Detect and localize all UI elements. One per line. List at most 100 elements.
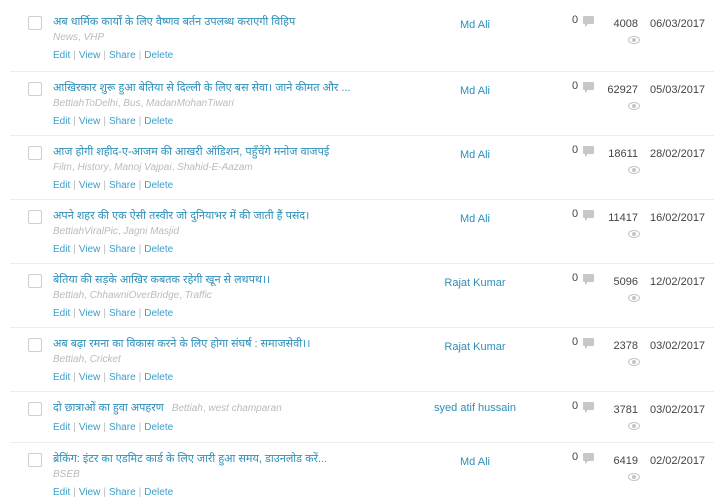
- author-link[interactable]: Md Ali: [410, 456, 540, 469]
- comment-count: 0: [572, 451, 579, 463]
- post-tag-link[interactable]: BettiahToDelhi: [53, 98, 118, 109]
- view-count: 3781: [613, 404, 638, 416]
- post-tag-link[interactable]: ChhawniOverBridge: [90, 290, 180, 301]
- action-edit-link[interactable]: Edit: [53, 180, 70, 191]
- select-checkbox[interactable]: [28, 146, 42, 160]
- action-view-link[interactable]: View: [79, 372, 101, 383]
- action-delete-link[interactable]: Delete: [144, 422, 173, 433]
- post-tag-link[interactable]: Film: [53, 162, 72, 173]
- post-title-link[interactable]: अब धार्मिक कार्यों के लिए वैष्णव बर्तन उ…: [53, 14, 295, 29]
- action-share-link[interactable]: Share: [109, 372, 136, 383]
- post-title-link[interactable]: अपने शहर की एक ऐसी तस्वीर जो दुनियाभर मे…: [53, 208, 309, 223]
- select-checkbox[interactable]: [28, 210, 42, 224]
- post-tag-link[interactable]: Jagni Masjid: [123, 226, 179, 237]
- post-title-text[interactable]: अपने शहर की एक ऐसी तस्वीर जो दुनियाभर मे…: [53, 210, 309, 222]
- select-checkbox[interactable]: [28, 453, 42, 467]
- action-share-link[interactable]: Share: [109, 244, 136, 255]
- author-link[interactable]: Md Ali: [410, 149, 540, 162]
- action-edit-link[interactable]: Edit: [53, 244, 70, 255]
- post-title-text[interactable]: ब्रेकिंग: इंटर का एडमिट कार्ड के लिए जार…: [53, 453, 327, 465]
- view-count: 2378: [613, 340, 638, 352]
- comment-count: 0: [572, 400, 579, 412]
- action-delete-link[interactable]: Delete: [144, 372, 173, 383]
- post-tag-link[interactable]: Bettiah: [53, 290, 84, 301]
- action-delete-link[interactable]: Delete: [144, 180, 173, 191]
- comment-bubble-icon: [583, 146, 594, 157]
- author-link[interactable]: Md Ali: [410, 213, 540, 226]
- comment-count: 0: [572, 14, 579, 26]
- eye-icon: [628, 422, 640, 430]
- comment-bubble-icon: [583, 210, 594, 221]
- post-title-link[interactable]: बेतिया की सड़के आखिर कबतक रहेगी खून से ल…: [53, 272, 270, 287]
- action-share-link[interactable]: Share: [109, 308, 136, 319]
- action-share-link[interactable]: Share: [109, 422, 136, 433]
- select-checkbox[interactable]: [28, 16, 42, 30]
- author-link[interactable]: Rajat Kumar: [410, 277, 540, 290]
- post-tags: Film, History, Manoj Vajpai, Shahid-E-Aa…: [53, 162, 253, 173]
- view-count: 11417: [608, 212, 638, 224]
- eye-icon: [628, 166, 640, 174]
- action-edit-link[interactable]: Edit: [53, 487, 70, 498]
- post-tag-link[interactable]: Traffic: [185, 290, 212, 301]
- post-tag-link[interactable]: Shahid-E-Aazam: [177, 162, 253, 173]
- action-view-link[interactable]: View: [79, 50, 101, 61]
- post-tag-link[interactable]: News: [53, 32, 78, 43]
- post-title-text[interactable]: आखिरकार शुरू हुआ बेतिया से दिल्ली के लिए…: [53, 82, 351, 94]
- row-actions: Edit | View | Share | Delete: [53, 308, 174, 319]
- action-delete-link[interactable]: Delete: [144, 308, 173, 319]
- select-checkbox[interactable]: [28, 402, 42, 416]
- post-title-link[interactable]: आज होगी शहीद-ए-आजम की आखरी ऑडिशन, पहुँचे…: [53, 144, 329, 159]
- select-checkbox[interactable]: [28, 82, 42, 96]
- post-tags: News, VHP: [53, 32, 105, 43]
- action-view-link[interactable]: View: [79, 422, 101, 433]
- post-title-text[interactable]: बेतिया की सड़के आखिर कबतक रहेगी खून से ल…: [53, 274, 270, 286]
- post-title-link[interactable]: ब्रेकिंग: इंटर का एडमिट कार्ड के लिए जार…: [53, 451, 327, 466]
- action-edit-link[interactable]: Edit: [53, 422, 70, 433]
- post-tag-link[interactable]: Manoj Vajpai: [114, 162, 171, 173]
- action-share-link[interactable]: Share: [109, 50, 136, 61]
- post-tag-link[interactable]: MadanMohanTiwari: [146, 98, 234, 109]
- action-view-link[interactable]: View: [79, 487, 101, 498]
- action-view-link[interactable]: View: [79, 180, 101, 191]
- post-tag-link[interactable]: Cricket: [90, 354, 121, 365]
- action-delete-link[interactable]: Delete: [144, 487, 173, 498]
- post-tag-link[interactable]: BSEB: [53, 469, 80, 480]
- post-date: 16/02/2017: [650, 212, 706, 224]
- post-title-text[interactable]: अब धार्मिक कार्यों के लिए वैष्णव बर्तन उ…: [53, 16, 295, 28]
- author-link[interactable]: Rajat Kumar: [410, 341, 540, 354]
- action-view-link[interactable]: View: [79, 116, 101, 127]
- table-row: बेतिया की सड़के आखिर कबतक रहेगी खून से ल…: [10, 263, 714, 328]
- post-tag-link[interactable]: west champaran: [208, 403, 281, 414]
- post-title-link[interactable]: दो छात्राओं का हुवा अपहरण Bettiah, west c…: [53, 400, 282, 415]
- action-view-link[interactable]: View: [79, 308, 101, 319]
- post-title-link[interactable]: अब बढ़ा रमना का विकास करने के लिए होगा स…: [53, 336, 310, 351]
- author-link[interactable]: syed atif hussain: [410, 402, 540, 415]
- action-edit-link[interactable]: Edit: [53, 308, 70, 319]
- action-delete-link[interactable]: Delete: [144, 50, 173, 61]
- action-edit-link[interactable]: Edit: [53, 116, 70, 127]
- action-edit-link[interactable]: Edit: [53, 50, 70, 61]
- post-tag-link[interactable]: VHP: [84, 32, 105, 43]
- post-title-text[interactable]: अब बढ़ा रमना का विकास करने के लिए होगा स…: [53, 338, 310, 350]
- action-share-link[interactable]: Share: [109, 116, 136, 127]
- post-tag-link[interactable]: Bettiah: [172, 403, 203, 414]
- post-tag-link[interactable]: Bettiah: [53, 354, 84, 365]
- action-delete-link[interactable]: Delete: [144, 244, 173, 255]
- post-title-text[interactable]: दो छात्राओं का हुवा अपहरण: [53, 402, 164, 414]
- post-tag-link[interactable]: History: [77, 162, 108, 173]
- action-delete-link[interactable]: Delete: [144, 116, 173, 127]
- action-share-link[interactable]: Share: [109, 487, 136, 498]
- eye-icon: [628, 358, 640, 366]
- action-view-link[interactable]: View: [79, 244, 101, 255]
- action-edit-link[interactable]: Edit: [53, 372, 70, 383]
- post-tag-link[interactable]: BettiahViralPic: [53, 226, 118, 237]
- select-checkbox[interactable]: [28, 338, 42, 352]
- post-title-text[interactable]: आज होगी शहीद-ए-आजम की आखरी ऑडिशन, पहुँचे…: [53, 146, 329, 158]
- post-title-link[interactable]: आखिरकार शुरू हुआ बेतिया से दिल्ली के लिए…: [53, 80, 351, 95]
- table-row: ब्रेकिंग: इंटर का एडमिट कार्ड के लिए जार…: [10, 442, 714, 498]
- author-link[interactable]: Md Ali: [410, 85, 540, 98]
- select-checkbox[interactable]: [28, 274, 42, 288]
- post-tag-link[interactable]: Bus: [123, 98, 140, 109]
- author-link[interactable]: Md Ali: [410, 19, 540, 32]
- action-share-link[interactable]: Share: [109, 180, 136, 191]
